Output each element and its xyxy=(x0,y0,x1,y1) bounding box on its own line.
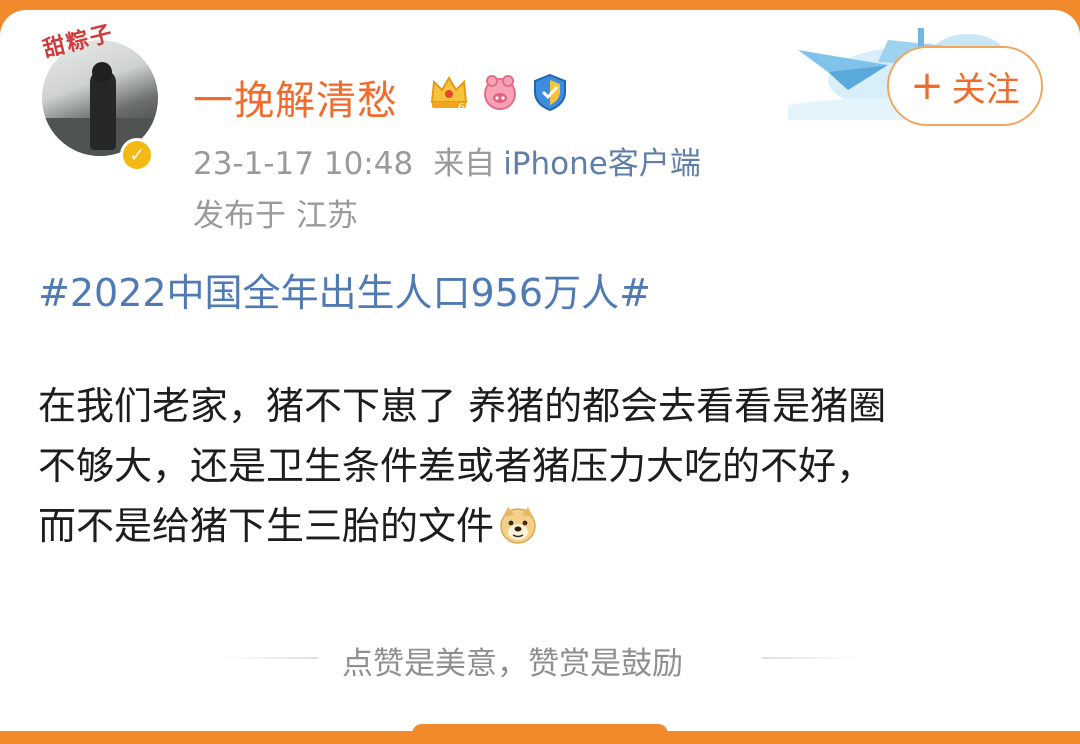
crown-vip-icon[interactable]: 6 xyxy=(428,72,470,112)
location-label: 发布于 xyxy=(193,198,286,234)
reward-hint-text: 点赞是美意，赞赏是鼓励 xyxy=(342,646,683,682)
divider-left xyxy=(218,657,318,659)
content-line-text: 而不是给猪下生三胎的文件 xyxy=(38,504,495,548)
verified-check-icon: ✓ xyxy=(120,138,154,172)
plus-icon: + xyxy=(910,63,944,109)
post-meta: 23-1-17 10:48 来自 iPhone客户端 xyxy=(193,138,701,183)
avatar-figure xyxy=(90,70,116,150)
hashtag-link[interactable]: #2022中国全年出生人口956万人# xyxy=(38,262,651,317)
post-content: 在我们老家，猪不下崽了 养猪的都会去看看是猪圈 不够大，还是卫生条件差或者猪压力… xyxy=(38,376,1048,556)
crown-level: 6 xyxy=(458,102,464,112)
content-line: 不够大，还是卫生条件差或者猪压力大吃的不好， xyxy=(38,444,875,488)
follow-button[interactable]: + 关注 xyxy=(887,46,1043,126)
follow-button-label: 关注 xyxy=(951,69,1020,110)
content-line-last: 而不是给猪下生三胎的文件 xyxy=(38,496,1048,556)
author-badges: 6 xyxy=(428,68,570,116)
pig-badge-icon[interactable] xyxy=(480,72,520,112)
post-time: 23-1-17 10:48 xyxy=(193,146,414,182)
divider-right xyxy=(762,657,862,659)
post-location: 发布于 江苏 xyxy=(193,190,358,235)
content-line: 在我们老家，猪不下崽了 养猪的都会去看看是猪圈 xyxy=(38,384,887,428)
avatar-head xyxy=(92,62,112,82)
from-label: 来自 xyxy=(433,146,496,182)
author-name[interactable]: 一挽解清愁 xyxy=(193,68,398,126)
reward-button-edge[interactable] xyxy=(412,724,668,744)
doge-emoji-icon xyxy=(500,507,536,544)
weibo-post-card: 甜粽子 ✓ 一挽解清愁 6 + 关注 23-1-17 10:48 来自 iPho… xyxy=(0,10,1080,731)
shield-badge-icon[interactable] xyxy=(530,72,570,112)
reward-divider: 点赞是美意，赞赏是鼓励 xyxy=(0,636,1080,682)
client-link[interactable]: iPhone客户端 xyxy=(503,146,701,182)
location-value: 江苏 xyxy=(296,198,358,234)
